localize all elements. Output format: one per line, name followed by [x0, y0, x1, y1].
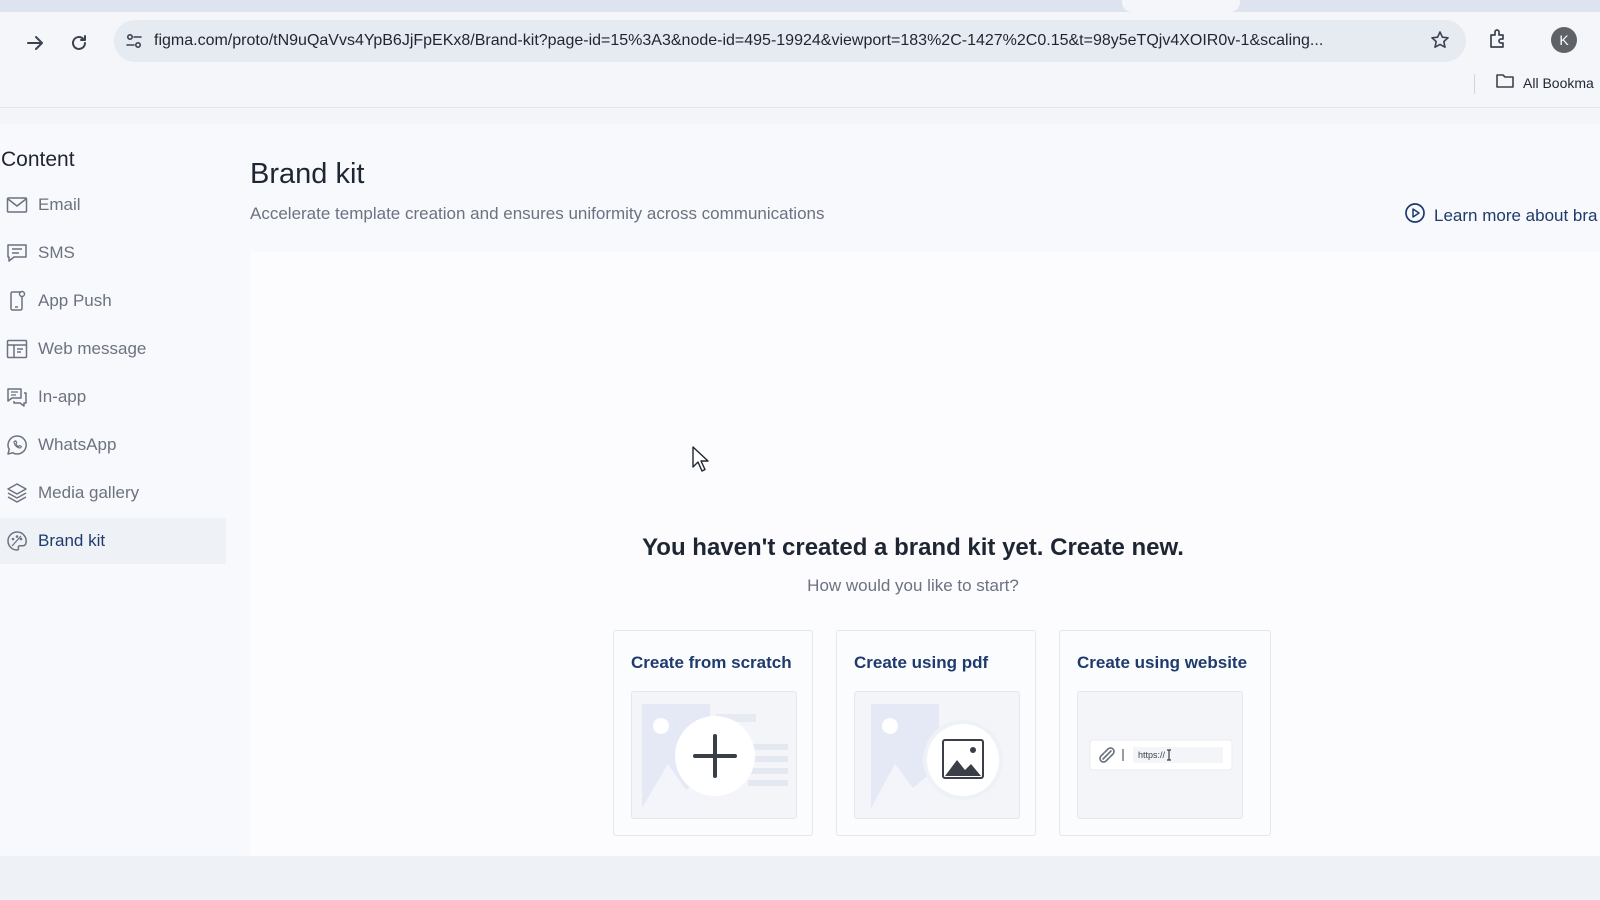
- page-subtitle: Accelerate template creation and ensures…: [250, 204, 825, 223]
- main-content: Brand kit Accelerate template creation a…: [226, 124, 1600, 856]
- sidebar-item-in-app[interactable]: In-app: [0, 374, 226, 420]
- in-app-icon: [4, 384, 30, 410]
- sidebar-item-brand-kit[interactable]: Brand kit: [0, 518, 226, 564]
- chat-icon: [4, 240, 30, 266]
- play-circle-icon: [1404, 202, 1426, 229]
- mouse-cursor-icon: [692, 446, 710, 477]
- phone-icon: [4, 288, 30, 314]
- mail-icon: [4, 192, 30, 218]
- forward-icon[interactable]: [19, 27, 51, 59]
- page-title: Brand kit: [250, 158, 365, 190]
- content-sidebar: Content Email SMS App Push Web message I…: [0, 124, 226, 856]
- scratch-illustration: [631, 691, 797, 819]
- sidebar-item-label: Email: [38, 195, 81, 214]
- browser-tabstrip: [0, 0, 1600, 12]
- star-icon[interactable]: [1430, 30, 1450, 55]
- bookmarks-label: All Bookma: [1523, 74, 1594, 91]
- extensions-icon[interactable]: [1487, 27, 1509, 54]
- option-label: Create using pdf: [854, 653, 989, 672]
- address-bar[interactable]: figma.com/proto/tN9uQaVvs4YpB6JjFpEKx8/B…: [114, 20, 1466, 62]
- create-from-scratch-card[interactable]: Create from scratch: [613, 630, 813, 836]
- website-illustration: https://: [1077, 691, 1243, 819]
- sidebar-item-label: Web message: [38, 339, 147, 358]
- learn-more-link[interactable]: Learn more about bra: [1404, 202, 1598, 229]
- sidebar-item-label: WhatsApp: [38, 435, 117, 454]
- url-placeholder: https://: [1138, 750, 1166, 760]
- all-bookmarks[interactable]: All Bookma: [1495, 72, 1594, 93]
- folder-icon: [1495, 72, 1515, 93]
- sidebar-item-email[interactable]: Email: [0, 182, 226, 228]
- reload-icon[interactable]: [63, 27, 95, 59]
- layers-icon: [4, 480, 30, 506]
- sidebar-item-web-message[interactable]: Web message: [0, 326, 226, 372]
- url-text[interactable]: figma.com/proto/tN9uQaVvs4YpB6JjFpEKx8/B…: [154, 32, 1404, 50]
- palette-icon: [4, 528, 30, 554]
- learn-more-label: Learn more about bra: [1434, 205, 1598, 225]
- sidebar-item-app-push[interactable]: App Push: [0, 278, 226, 324]
- active-tab[interactable]: [1122, 0, 1240, 12]
- option-label: Create from scratch: [631, 653, 792, 672]
- sidebar-title: Content: [1, 148, 75, 171]
- sidebar-item-label: SMS: [38, 243, 75, 262]
- profile-avatar[interactable]: K: [1551, 27, 1577, 53]
- create-using-website-card[interactable]: Create using website https://: [1059, 630, 1271, 836]
- sidebar-item-label: Brand kit: [38, 531, 106, 550]
- option-label: Create using website: [1077, 653, 1248, 672]
- sidebar-item-label: Media gallery: [38, 483, 140, 502]
- site-settings-icon[interactable]: [114, 32, 154, 50]
- browser-toolbar: figma.com/proto/tN9uQaVvs4YpB6JjFpEKx8/B…: [0, 12, 1600, 108]
- sidebar-item-label: In-app: [38, 387, 87, 406]
- empty-state-title: You haven't created a brand kit yet. Cre…: [642, 534, 1184, 561]
- sidebar-item-media-gallery[interactable]: Media gallery: [0, 470, 226, 516]
- sidebar-item-whatsapp[interactable]: WhatsApp: [0, 422, 226, 468]
- pdf-illustration: [854, 691, 1020, 819]
- create-using-pdf-card[interactable]: Create using pdf: [836, 630, 1036, 836]
- bottom-band: [0, 856, 1600, 900]
- whatsapp-icon: [4, 432, 30, 458]
- web-message-icon: [4, 336, 30, 362]
- empty-state-subtitle: How would you like to start?: [807, 576, 1019, 595]
- sidebar-item-label: App Push: [38, 291, 112, 310]
- sidebar-item-sms[interactable]: SMS: [0, 230, 226, 276]
- bookmarks-divider: [1474, 74, 1475, 94]
